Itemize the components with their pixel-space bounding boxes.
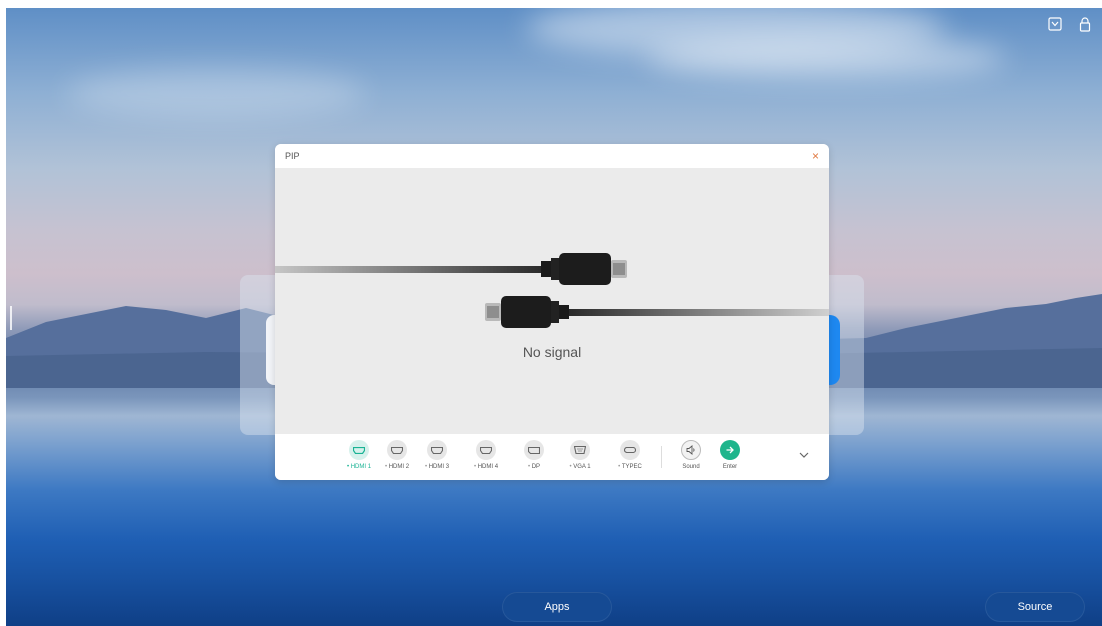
source-label: HDMI 2 [388, 464, 410, 470]
pip-window: PIP × No signal • HDMI 1 • HDMI 2 • HDMI… [275, 144, 829, 480]
pip-preview: No signal [275, 168, 829, 433]
lock-icon[interactable] [1076, 16, 1094, 32]
chevron-down-icon[interactable] [797, 448, 811, 462]
pip-header: PIP × [275, 144, 829, 168]
source-bar: • HDMI 1 • HDMI 2 • HDMI 3 • HDMI 4 • DP [275, 434, 829, 480]
source-dp[interactable]: • DP [514, 440, 554, 470]
arrow-right-icon [720, 440, 740, 460]
source-button[interactable]: Source [985, 592, 1085, 622]
source-hdmi-3[interactable]: • HDMI 3 [417, 440, 457, 470]
hdmi-icon [427, 440, 447, 460]
source-typec[interactable]: • TYPEC [610, 440, 650, 470]
source-label: HDMI 1 [350, 464, 372, 470]
source-label: TYPEC [621, 464, 642, 470]
source-label: HDMI 3 [428, 464, 450, 470]
sound-button[interactable]: Sound [671, 440, 711, 470]
source-hdmi-2[interactable]: • HDMI 2 [377, 440, 417, 470]
hdmi-cable-illustration [275, 253, 829, 328]
source-vga-1[interactable]: • VGA 1 [560, 440, 600, 470]
enter-label: Enter [722, 464, 738, 470]
edge-handle[interactable] [10, 306, 12, 330]
source-label: DP [531, 464, 541, 470]
displayport-icon [524, 440, 544, 460]
sound-label: Sound [682, 464, 700, 470]
vga-icon [570, 440, 590, 460]
source-label: HDMI 4 [477, 464, 499, 470]
pip-title: PIP [285, 151, 300, 161]
screen-cast-icon[interactable] [1046, 16, 1064, 32]
divider [661, 446, 662, 468]
speaker-icon [681, 440, 701, 460]
usb-c-icon [620, 440, 640, 460]
hdmi-icon [349, 440, 369, 460]
source-hdmi-4[interactable]: • HDMI 4 [466, 440, 506, 470]
hdmi-icon [476, 440, 496, 460]
source-label: VGA 1 [573, 464, 591, 470]
hdmi-icon [387, 440, 407, 460]
close-icon[interactable]: × [812, 150, 819, 162]
enter-button[interactable]: Enter [710, 440, 750, 470]
apps-button[interactable]: Apps [502, 592, 612, 622]
source-hdmi-1[interactable]: • HDMI 1 [339, 440, 379, 470]
no-signal-text: No signal [522, 344, 582, 360]
